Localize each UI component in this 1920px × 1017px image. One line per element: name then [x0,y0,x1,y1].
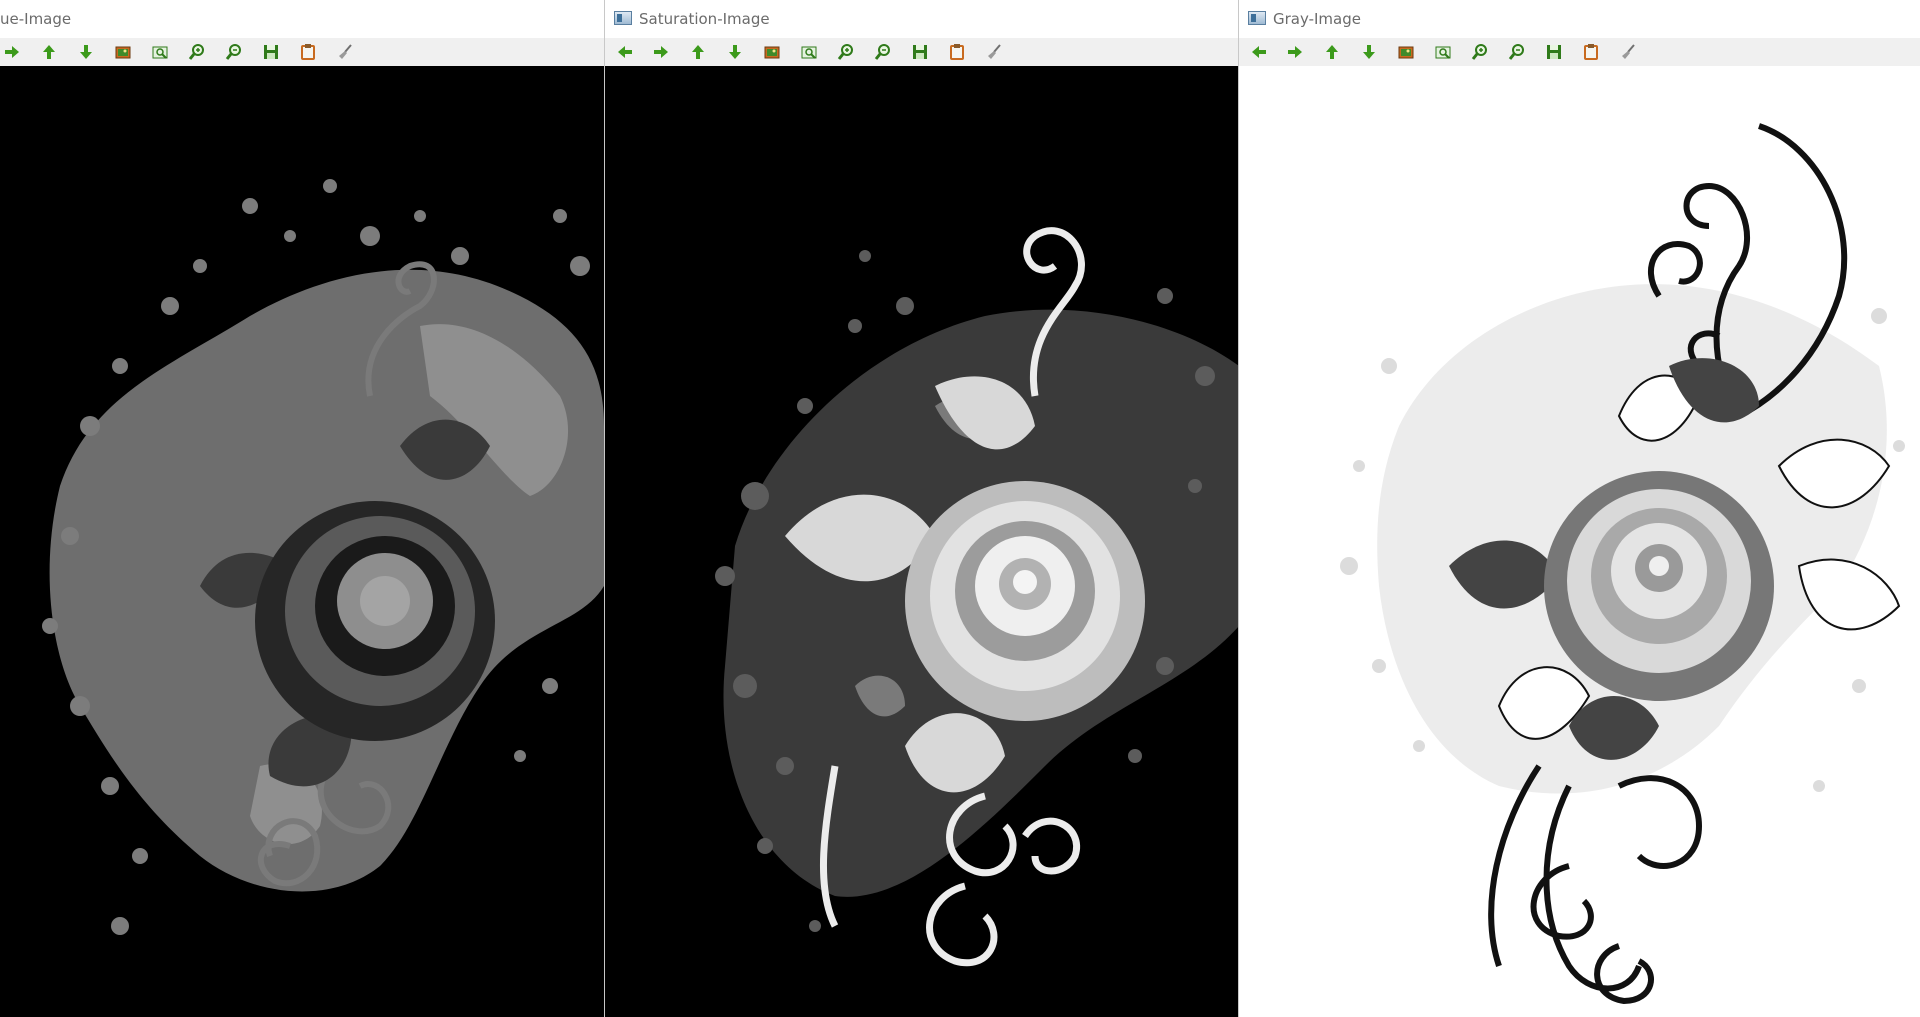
arrow-left-icon[interactable] [1249,42,1269,62]
zoom-out-icon[interactable] [224,42,244,62]
saturation-channel-image [605,66,1238,1017]
zoom-original-icon[interactable] [1433,42,1453,62]
title-bar: Gray-Image [1239,0,1920,39]
zoom-fit-icon[interactable] [113,42,133,62]
arrow-up-icon[interactable] [688,42,708,62]
arrow-right-icon[interactable] [651,42,671,62]
zoom-in-icon[interactable] [1470,42,1490,62]
copy-icon[interactable] [1581,42,1601,62]
app-icon [1248,11,1266,25]
zoom-original-icon[interactable] [150,42,170,62]
window-title: Saturation-Image [639,10,770,28]
arrow-right-icon[interactable] [1285,42,1305,62]
gray-channel-image [1239,66,1920,1017]
arrow-right-icon[interactable] [2,42,22,62]
toolbar [605,38,1238,67]
arrow-left-icon[interactable] [615,42,635,62]
arrow-up-icon[interactable] [39,42,59,62]
properties-icon[interactable] [984,42,1004,62]
hue-channel-image [0,66,604,1017]
arrow-down-icon[interactable] [76,42,96,62]
zoom-out-icon[interactable] [1507,42,1527,62]
app-icon [614,11,632,25]
save-icon[interactable] [261,42,281,62]
arrow-down-icon[interactable] [725,42,745,62]
arrow-up-icon[interactable] [1322,42,1342,62]
gray-image-window: Gray-Image [1238,0,1920,1017]
save-icon[interactable] [910,42,930,62]
toolbar [1239,38,1920,67]
saturation-image-window: Saturation-Image [604,0,1238,1017]
arrow-down-icon[interactable] [1359,42,1379,62]
copy-icon[interactable] [298,42,318,62]
zoom-original-icon[interactable] [799,42,819,62]
zoom-in-icon[interactable] [187,42,207,62]
title-bar: ue-Image [0,0,604,39]
toolbar [0,38,604,67]
hue-image-window: ue-Image [0,0,604,1017]
save-icon[interactable] [1544,42,1564,62]
zoom-fit-icon[interactable] [762,42,782,62]
title-bar: Saturation-Image [605,0,1238,39]
saturation-image-canvas [605,66,1238,1017]
gray-image-canvas [1239,66,1920,1017]
hue-image-canvas [0,66,604,1017]
window-title: Gray-Image [1273,10,1361,28]
properties-icon[interactable] [335,42,355,62]
properties-icon[interactable] [1618,42,1638,62]
zoom-in-icon[interactable] [836,42,856,62]
zoom-out-icon[interactable] [873,42,893,62]
zoom-fit-icon[interactable] [1396,42,1416,62]
window-title: ue-Image [0,10,72,28]
copy-icon[interactable] [947,42,967,62]
